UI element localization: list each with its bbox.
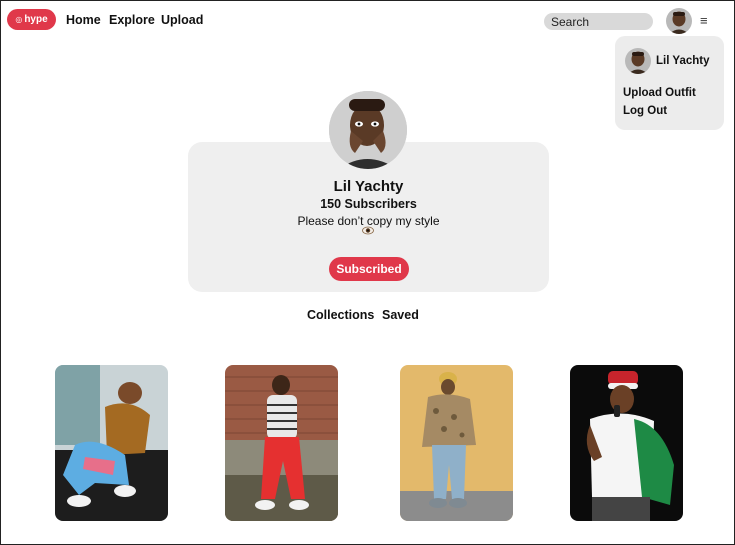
outfit-image bbox=[570, 365, 683, 521]
eye-emoji-icon bbox=[362, 226, 374, 235]
profile-photo bbox=[329, 91, 407, 169]
profile-avatar bbox=[329, 91, 407, 169]
outfit-photo[interactable] bbox=[55, 365, 168, 521]
avatar-photo bbox=[625, 48, 651, 74]
user-dropdown-menu: Lil Yachty Upload Outfit Log Out bbox=[615, 36, 724, 130]
log-out-menu-item[interactable]: Log Out bbox=[623, 105, 667, 117]
dropdown-avatar bbox=[625, 48, 651, 74]
logo-text: hype bbox=[24, 14, 48, 25]
subscribe-button[interactable]: Subscribed bbox=[329, 257, 409, 281]
outfit-image bbox=[225, 365, 338, 521]
hype-logo[interactable]: ◎ hype bbox=[7, 9, 56, 30]
hamburger-menu-icon[interactable]: ≡ bbox=[700, 14, 708, 27]
tab-collections[interactable]: Collections bbox=[307, 308, 374, 322]
outfit-photo[interactable] bbox=[570, 365, 683, 521]
profile-name: Lil Yachty bbox=[333, 178, 404, 195]
subscriber-count: 150 Subscribers bbox=[320, 197, 417, 211]
outfit-photo[interactable] bbox=[225, 365, 338, 521]
tab-saved[interactable]: Saved bbox=[382, 308, 419, 322]
logo-mark-icon: ◎ bbox=[15, 15, 23, 24]
outfit-image bbox=[55, 365, 168, 521]
outfit-image bbox=[400, 365, 513, 521]
app-window: ◎ hype Home Explore Upload ≡ Lil Yachty … bbox=[0, 0, 735, 545]
nav-explore-link[interactable]: Explore bbox=[109, 13, 155, 27]
search-input[interactable] bbox=[544, 13, 653, 30]
nav-home-link[interactable]: Home bbox=[66, 13, 101, 27]
upload-outfit-menu-item[interactable]: Upload Outfit bbox=[623, 87, 696, 99]
avatar-photo bbox=[666, 8, 692, 34]
dropdown-username: Lil Yachty bbox=[656, 55, 710, 67]
user-avatar[interactable] bbox=[666, 8, 692, 34]
outfit-photo[interactable] bbox=[400, 365, 513, 521]
nav-upload-link[interactable]: Upload bbox=[161, 13, 203, 27]
